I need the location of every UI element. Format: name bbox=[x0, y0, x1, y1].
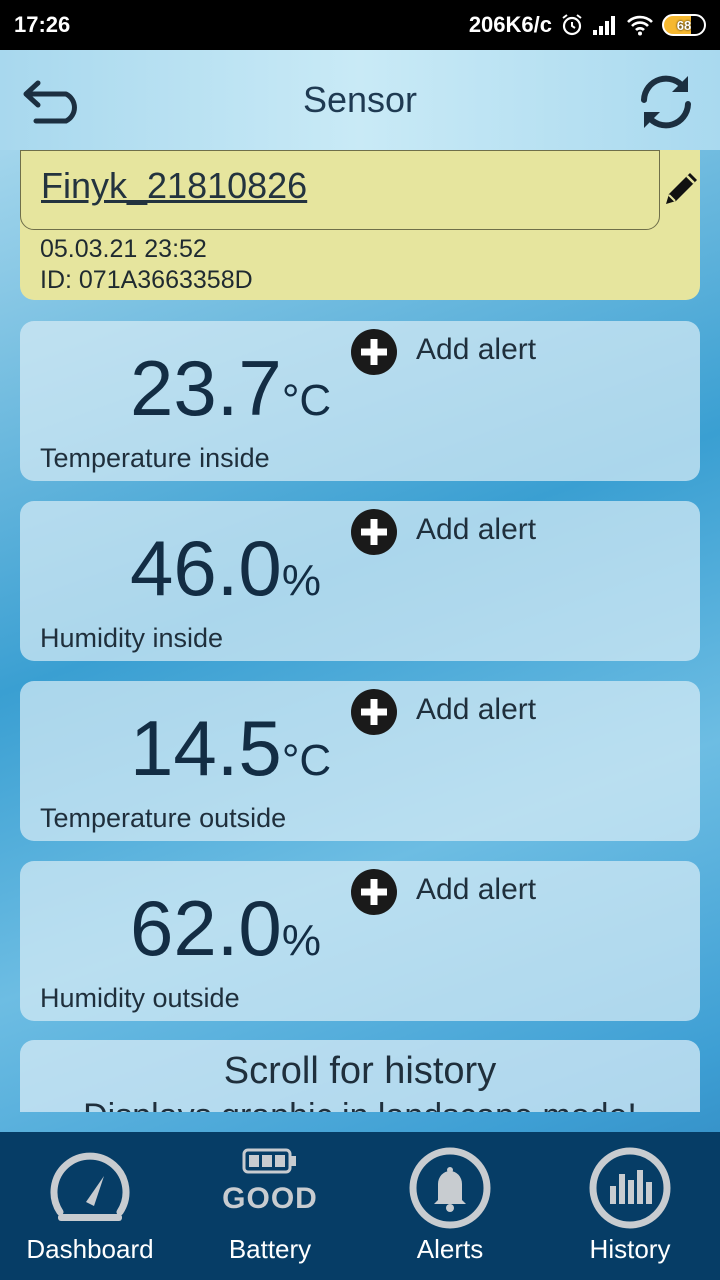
status-time: 17:26 bbox=[14, 12, 71, 37]
sensor-card-humidity-outside: 62.0% Add alert Humidity outside bbox=[20, 861, 700, 1021]
sensor-reading: 23.7 bbox=[130, 344, 282, 432]
equalizer-icon bbox=[588, 1146, 672, 1235]
app-header: Sensor bbox=[0, 50, 720, 150]
sensor-card-humidity-inside: 46.0% Add alert Humidity inside bbox=[20, 501, 700, 661]
sensor-reading: 14.5 bbox=[130, 704, 282, 792]
alarm-icon bbox=[560, 13, 584, 37]
sensor-unit: % bbox=[281, 916, 321, 965]
back-arrow-icon bbox=[23, 80, 77, 124]
status-indicators: 206K6/c 68 bbox=[469, 12, 706, 38]
battery-indicator: 68 bbox=[662, 14, 706, 36]
refresh-icon bbox=[641, 75, 691, 129]
nav-history[interactable]: History bbox=[540, 1132, 720, 1280]
add-alert-button[interactable] bbox=[350, 688, 398, 736]
device-name-box[interactable]: Finyk_21810826 bbox=[20, 150, 660, 230]
plus-circle-icon bbox=[351, 329, 397, 375]
add-alert-button[interactable] bbox=[350, 328, 398, 376]
nav-battery[interactable]: GOOD Battery bbox=[180, 1132, 360, 1280]
add-alert-button[interactable] bbox=[350, 868, 398, 916]
bell-icon bbox=[408, 1146, 492, 1235]
status-bar: 17:26 206K6/c 68 bbox=[0, 0, 720, 50]
nav-label: Dashboard bbox=[26, 1234, 154, 1264]
battery-level: 68 bbox=[676, 17, 692, 33]
sensor-reading: 62.0 bbox=[130, 884, 282, 972]
sensor-unit: °C bbox=[281, 736, 332, 785]
nav-label: Battery bbox=[228, 1234, 312, 1264]
plus-circle-icon bbox=[351, 869, 397, 915]
speedometer-icon bbox=[48, 1146, 132, 1231]
network-speed: 206K6/c bbox=[468, 12, 552, 37]
nav-alerts[interactable]: Alerts bbox=[360, 1132, 540, 1280]
last-update-time: 05.03.21 23:52 bbox=[40, 235, 207, 263]
battery-icon bbox=[242, 1146, 298, 1181]
bottom-nav: Dashboard GOOD Battery Alerts History bbox=[0, 1132, 720, 1280]
history-hint-card: Scroll for history Displays graphic in l… bbox=[20, 1040, 700, 1112]
sensor-value: 46.0% bbox=[130, 523, 321, 614]
add-alert-label[interactable]: Add alert bbox=[416, 333, 536, 367]
device-name[interactable]: Finyk_21810826 bbox=[41, 165, 307, 206]
device-meta: 05.03.21 23:52 ID: 071A3663358D bbox=[40, 234, 253, 296]
sensor-card-temperature-inside: 23.7°C Add alert Temperature inside bbox=[20, 321, 700, 481]
nav-label: Alerts bbox=[416, 1234, 484, 1264]
refresh-button[interactable] bbox=[634, 70, 698, 134]
sensor-value: 62.0% bbox=[130, 883, 321, 974]
signal-icon bbox=[592, 14, 618, 36]
plus-circle-icon bbox=[351, 509, 397, 555]
sensor-reading: 46.0 bbox=[130, 524, 282, 612]
sensor-value: 14.5°C bbox=[130, 703, 331, 794]
sensor-value: 23.7°C bbox=[130, 343, 331, 434]
sensor-label: Humidity inside bbox=[40, 623, 224, 653]
sensor-unit: % bbox=[281, 556, 321, 605]
nav-label: History bbox=[589, 1234, 671, 1264]
edit-name-button[interactable] bbox=[660, 168, 702, 210]
device-id: ID: 071A3663358D bbox=[40, 266, 253, 294]
add-alert-label[interactable]: Add alert bbox=[416, 693, 536, 727]
plus-circle-icon bbox=[351, 689, 397, 735]
sensor-unit: °C bbox=[281, 376, 332, 425]
page-title: Sensor bbox=[302, 79, 418, 120]
sensor-label: Temperature outside bbox=[40, 803, 287, 833]
sensor-card-temperature-outside: 14.5°C Add alert Temperature outside bbox=[20, 681, 700, 841]
sensor-label: Humidity outside bbox=[40, 983, 240, 1013]
wifi-icon bbox=[626, 14, 654, 36]
scroll-hint: Scroll for history bbox=[223, 1050, 497, 1092]
pencil-icon bbox=[666, 173, 697, 204]
sensor-content[interactable]: Finyk_21810826 05.03.21 23:52 ID: 071A36… bbox=[0, 150, 720, 1112]
device-card: Finyk_21810826 05.03.21 23:52 ID: 071A36… bbox=[20, 150, 700, 300]
add-alert-label[interactable]: Add alert bbox=[416, 873, 536, 907]
add-alert-button[interactable] bbox=[350, 508, 398, 556]
landscape-hint: Displays graphic in landscape mode! bbox=[20, 1097, 700, 1112]
sensor-label: Temperature inside bbox=[40, 443, 270, 473]
battery-status: GOOD bbox=[222, 1182, 318, 1215]
back-button[interactable] bbox=[22, 80, 84, 124]
nav-dashboard[interactable]: Dashboard bbox=[0, 1132, 180, 1280]
add-alert-label[interactable]: Add alert bbox=[416, 513, 536, 547]
